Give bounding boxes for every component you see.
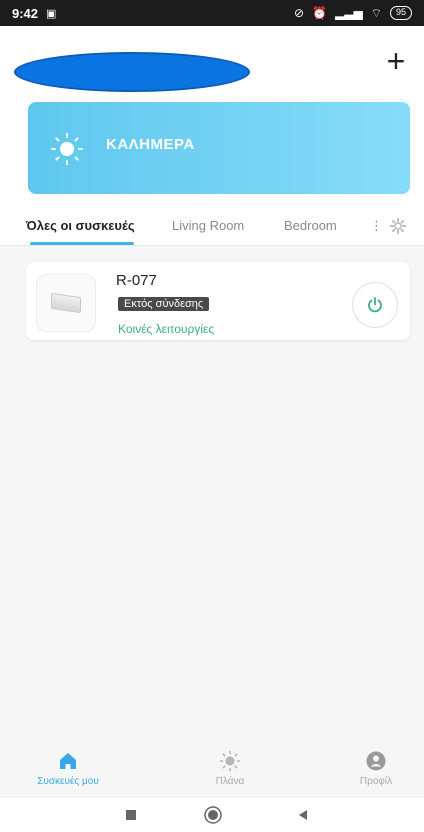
greeting-text: ΚΑΛΗΜΕΡΑ	[106, 136, 195, 153]
device-thumbnail	[36, 274, 96, 332]
device-image	[51, 292, 81, 314]
app-header: +	[0, 26, 424, 94]
signal-icon: ▂▃▅	[335, 6, 363, 20]
gallery-notification-icon: ▣	[46, 7, 57, 20]
status-bar: 9:42 ▣ ⊘ ⏰ ▂▃▅ ⌔ 95	[0, 0, 424, 26]
add-device-button[interactable]: +	[380, 45, 412, 78]
power-icon	[368, 297, 382, 313]
status-time: 9:42	[12, 5, 39, 21]
nav-scenes[interactable]: Πλάνα	[190, 750, 270, 787]
nav-label: Προφίλ	[359, 776, 393, 787]
room-tabs: Όλες οι συσκευές Living Room Bedroom ⋮	[0, 206, 424, 246]
alarm-icon: ⏰	[312, 6, 328, 20]
status-icons: ⊘ ⏰ ▂▃▅ ⌔ 95	[294, 6, 412, 21]
home-button-icon[interactable]	[203, 805, 223, 825]
nav-profile[interactable]: Προφίλ	[336, 750, 416, 787]
system-navigation-bar	[0, 798, 424, 832]
nav-label: Συσκευές μου	[37, 776, 99, 787]
gear-icon[interactable]	[390, 218, 406, 234]
bottom-navigation: Συσκευές μου Πλάνα Προφίλ	[0, 740, 424, 798]
common-functions-link[interactable]: Κοινές λειτουργίες	[118, 322, 214, 336]
tab-bedroom[interactable]: Bedroom	[284, 218, 337, 233]
greeting-banner: ΚΑΛΗΜΕΡΑ	[28, 102, 410, 194]
tab-all-devices[interactable]: Όλες οι συσκευές	[26, 218, 135, 233]
active-tab-indicator	[30, 242, 134, 245]
tab-living-room[interactable]: Living Room	[172, 218, 244, 233]
device-card[interactable]: R-077 Εκτός σύνδεσης Κοινές λειτουργίες	[26, 262, 410, 340]
battery-icon: 95	[389, 6, 412, 20]
wifi-icon: ⌔	[370, 5, 382, 20]
profile-icon	[366, 751, 386, 771]
nav-label: Πλάνα	[215, 776, 245, 787]
back-icon[interactable]	[296, 808, 310, 822]
home-name-selector[interactable]	[14, 52, 250, 92]
device-name: R-077	[116, 272, 157, 289]
mute-icon: ⊘	[294, 6, 305, 20]
nav-my-devices[interactable]: Συσκευές μου	[28, 750, 108, 787]
power-button[interactable]	[352, 282, 398, 328]
more-tabs-icon[interactable]: ⋮	[370, 218, 383, 234]
sun-icon	[219, 750, 241, 772]
recent-apps-icon[interactable]	[124, 808, 138, 822]
offline-status-badge: Εκτός σύνδεσης	[118, 297, 210, 311]
home-icon	[60, 753, 76, 769]
sun-icon	[51, 133, 83, 165]
